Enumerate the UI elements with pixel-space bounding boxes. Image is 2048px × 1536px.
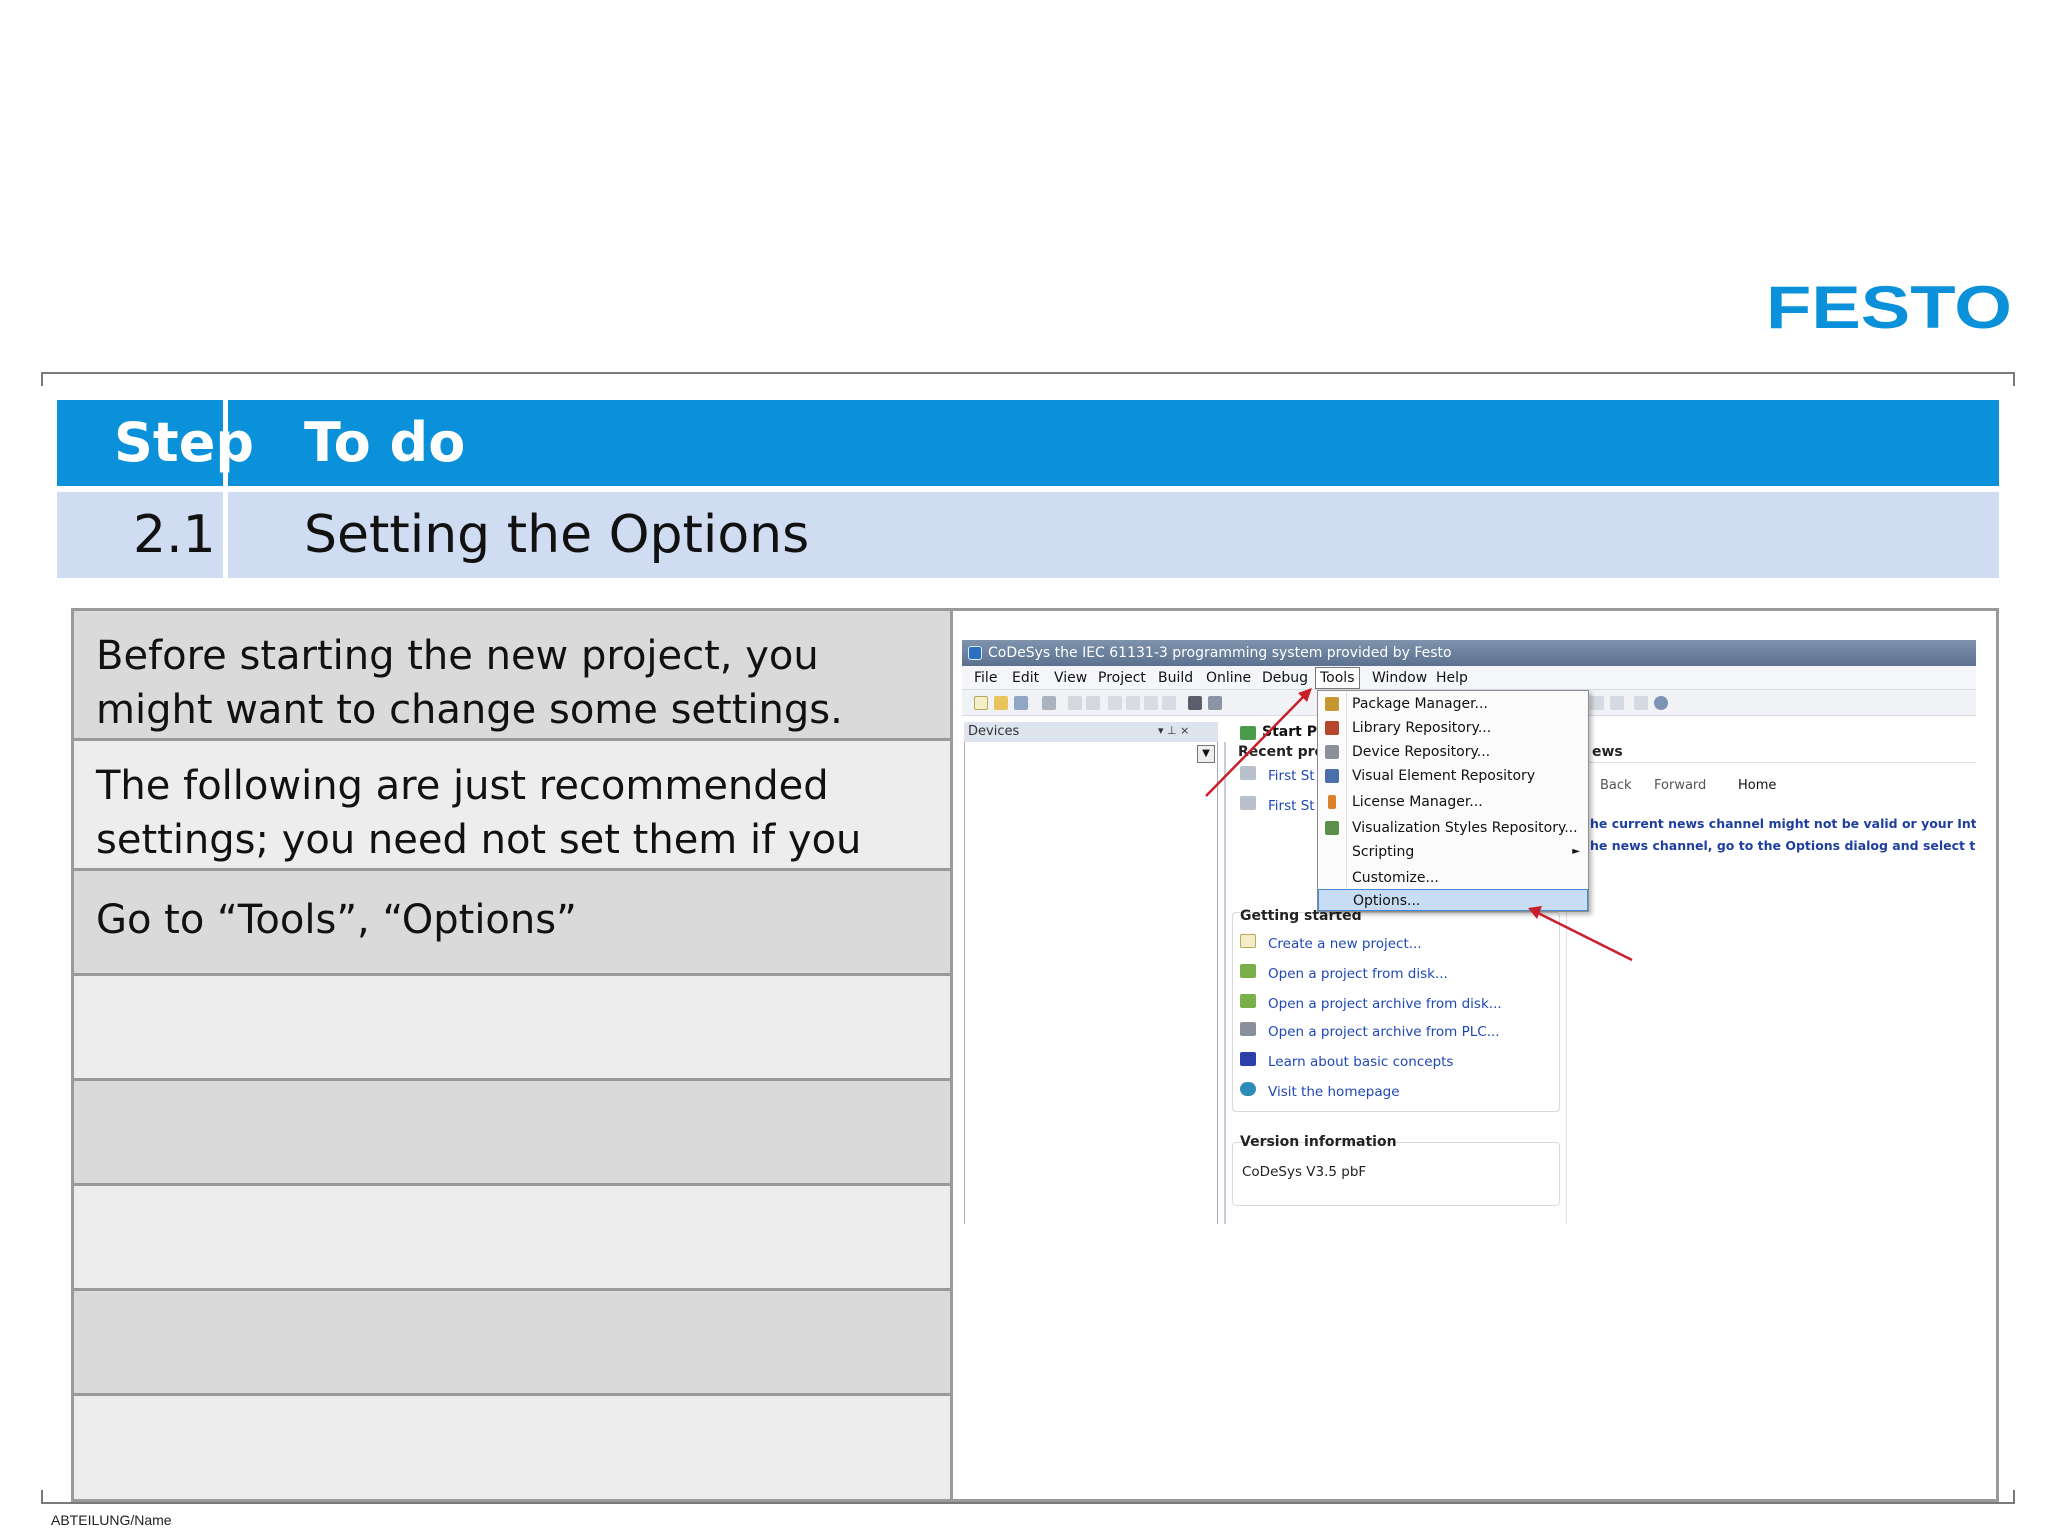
top-divider-right-tick <box>2013 372 2015 386</box>
step-table-header: Step To do <box>57 400 1999 486</box>
todo-row-6 <box>74 1186 950 1291</box>
todo-header-label: To do <box>304 411 466 474</box>
arrow-to-options-head <box>1528 906 1542 919</box>
codesys-screenshot: CoDeSys the IEC 61131-3 programming syst… <box>962 640 1976 1224</box>
bottom-divider <box>41 1502 2015 1504</box>
arrow-to-options <box>1535 910 1633 962</box>
annotation-arrows <box>1205 688 1633 962</box>
step-title: Setting the Options <box>304 505 810 565</box>
todo-text-column: Before starting the new project, you mig… <box>74 611 950 1499</box>
bottom-divider-left-tick <box>41 1490 43 1504</box>
top-divider-left-tick <box>41 372 43 386</box>
step-table-row: 2.1 Setting the Options <box>57 492 1999 578</box>
step-number: 2.1 <box>133 505 216 565</box>
footer-department: ABTEILUNG/Name <box>51 1512 172 1528</box>
festo-logo-text: FESTO <box>1766 276 2012 336</box>
todo-row-1: Before starting the new project, you mig… <box>74 611 950 741</box>
todo-row-8 <box>74 1396 950 1499</box>
todo-column-separator <box>950 611 953 1499</box>
step-header-label: Step <box>114 411 254 474</box>
todo-row-7 <box>74 1291 950 1396</box>
step-row-separator <box>57 486 1999 492</box>
festo-logo: FESTO <box>1766 276 2012 336</box>
todo-row-5 <box>74 1081 950 1186</box>
todo-row-4 <box>74 976 950 1081</box>
bottom-divider-right-tick <box>2013 1490 2015 1504</box>
arrow-to-tools-menu <box>1205 693 1307 797</box>
todo-row-2: The following are just recommended setti… <box>74 741 950 917</box>
top-divider <box>41 372 2015 374</box>
todo-row-3: Go to “Tools”, “Options” <box>74 871 950 976</box>
